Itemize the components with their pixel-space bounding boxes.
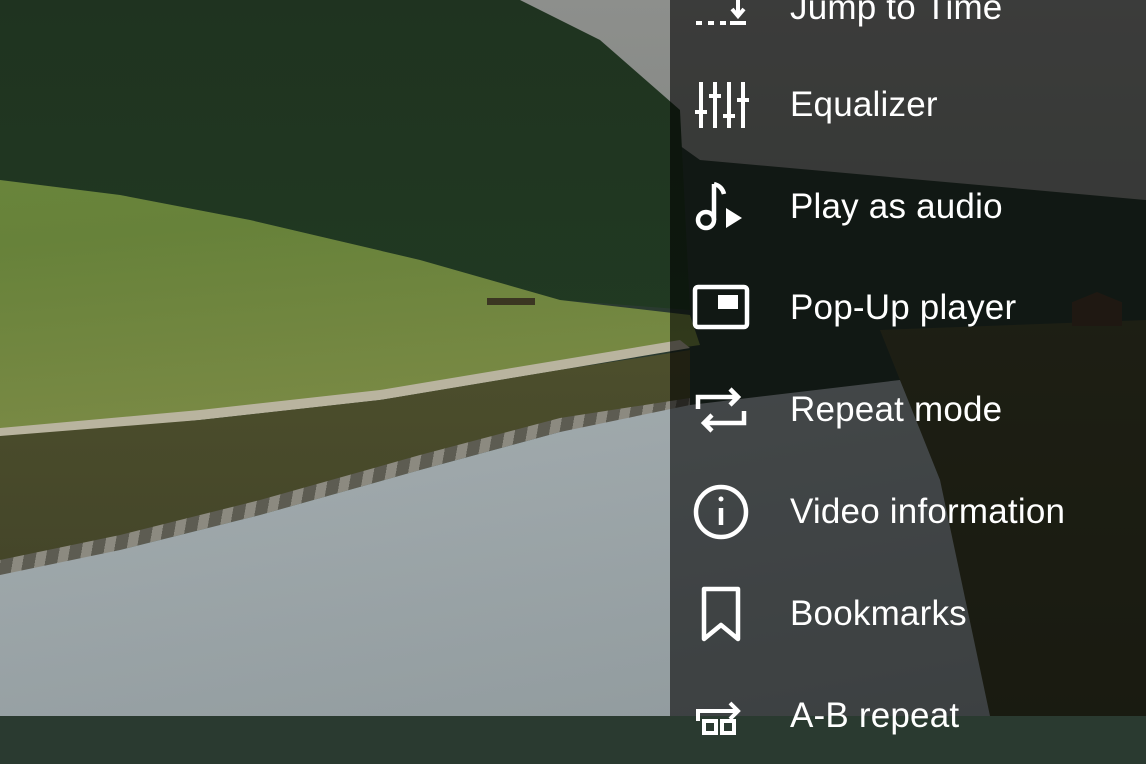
menu-item-label: Bookmarks	[790, 594, 967, 633]
menu-item-label: Jump to Time	[790, 0, 1003, 27]
menu-item-play-as-audio[interactable]: Play as audio	[670, 159, 1146, 255]
bookmark-icon	[692, 585, 750, 643]
menu-item-label: Pop-Up player	[790, 288, 1017, 327]
music-note-play-icon	[692, 178, 750, 236]
repeat-icon	[692, 381, 750, 439]
menu-item-label: A-B repeat	[790, 696, 960, 735]
picture-in-picture-icon	[692, 279, 750, 337]
equalizer-icon	[692, 76, 750, 134]
menu-item-label: Play as audio	[790, 187, 1003, 226]
menu-item-popup-player[interactable]: Pop-Up player	[670, 260, 1146, 356]
menu-item-label: Equalizer	[790, 85, 938, 124]
menu-item-ab-repeat[interactable]: A-B repeat	[670, 668, 1146, 764]
video-bench	[487, 298, 535, 305]
menu-item-bookmarks[interactable]: Bookmarks	[670, 566, 1146, 662]
menu-item-equalizer[interactable]: Equalizer	[670, 57, 1146, 153]
info-icon	[692, 483, 750, 541]
menu-item-repeat-mode[interactable]: Repeat mode	[670, 362, 1146, 458]
menu-item-video-information[interactable]: Video information	[670, 464, 1146, 560]
ab-repeat-icon	[692, 687, 750, 745]
menu-item-label: Video information	[790, 492, 1066, 531]
menu-item-label: Repeat mode	[790, 390, 1003, 429]
menu-item-jump-to-time[interactable]: Jump to Time	[670, 0, 1146, 56]
jump-to-time-icon	[692, 0, 750, 37]
overflow-menu: Jump to Time Equalizer Play as audio Pop…	[670, 0, 1146, 735]
